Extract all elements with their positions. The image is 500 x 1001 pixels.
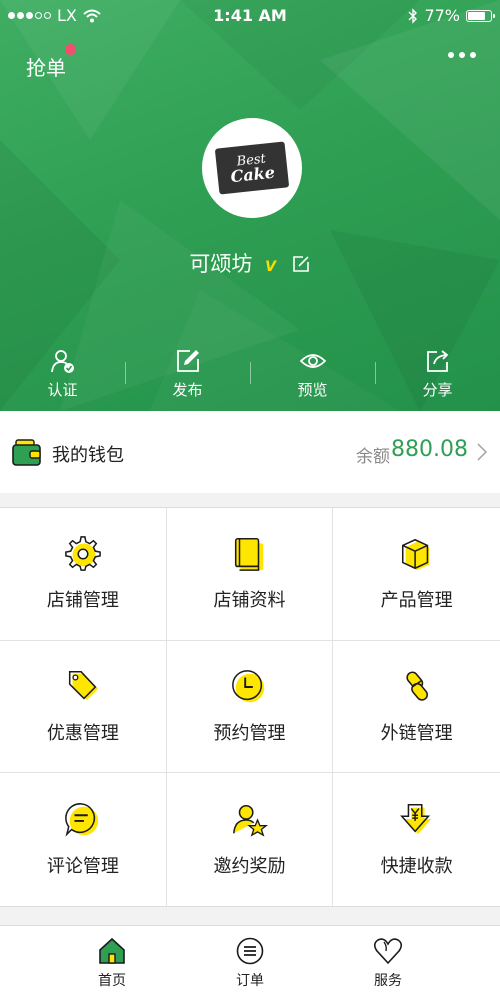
- publish-action[interactable]: 发布: [125, 348, 250, 400]
- status-bar: LX 1:41 AM 77%: [0, 0, 500, 32]
- grid-item-label: 邀约奖励: [213, 856, 286, 878]
- balance-label: 余额: [356, 447, 390, 467]
- gear-icon: [64, 536, 101, 572]
- wallet-title: 我的钱包: [52, 445, 124, 466]
- grid-item-store-management[interactable]: 店铺管理: [0, 508, 167, 641]
- grid-item-store-profile[interactable]: 店铺资料: [166, 508, 334, 641]
- battery-icon: [466, 9, 495, 22]
- store-logo-avatar[interactable]: Best Cake: [202, 118, 302, 218]
- list-icon: [236, 937, 264, 965]
- grab-order-label: 抢单: [26, 56, 66, 80]
- action-label: 分享: [422, 381, 453, 399]
- grid-item-product-management[interactable]: 产品管理: [333, 508, 500, 641]
- action-label: 认证: [47, 381, 78, 399]
- grid-item-review-management[interactable]: 评论管理: [0, 773, 167, 906]
- grid-item-invite-reward[interactable]: 邀约奖励: [167, 773, 334, 906]
- wallet-row[interactable]: 我的钱包 余额 880.08: [0, 411, 500, 493]
- more-dot: [470, 52, 476, 58]
- balance-amount: 880.08: [391, 437, 468, 462]
- grid-item-discount-management[interactable]: 优惠管理: [0, 640, 167, 774]
- tab-label: 订单: [236, 973, 264, 989]
- grab-order-button[interactable]: 抢单: [26, 44, 76, 81]
- more-options-button[interactable]: [448, 52, 476, 58]
- grid-item-label: 产品管理: [380, 590, 453, 612]
- edit-name-icon[interactable]: [291, 254, 311, 274]
- chevron-right-icon: [477, 443, 487, 461]
- tab-home[interactable]: 首页: [43, 926, 181, 1001]
- store-name-row: 可颂坊 V: [0, 248, 500, 278]
- battery-fill: [468, 11, 485, 20]
- store-logo: Best Cake: [214, 141, 290, 195]
- notification-badge: [65, 44, 76, 55]
- action-label: 发布: [172, 381, 203, 399]
- grid-item-label: 店铺管理: [46, 590, 119, 612]
- bottom-tab-bar: 首页 订单 服务: [0, 925, 500, 1001]
- tab-label: 首页: [98, 973, 126, 989]
- grid-item-label: 预约管理: [213, 722, 286, 744]
- bluetooth-icon: [408, 7, 418, 24]
- heart-icon: [373, 938, 403, 965]
- status-right: 77%: [408, 6, 495, 25]
- publish-edit-icon: [176, 350, 199, 372]
- tab-label: 服务: [374, 973, 402, 989]
- grid-item-label: 店铺资料: [213, 590, 286, 612]
- yen-download-icon: [399, 804, 431, 835]
- battery-percent: 77%: [424, 6, 460, 25]
- user-star-icon: [233, 805, 269, 837]
- preview-action[interactable]: 预览: [250, 348, 375, 400]
- link-icon: [406, 671, 428, 701]
- profile-header: LX 1:41 AM 77% 抢单 Best Cake 可颂坊 V 认证 发布 …: [0, 0, 500, 411]
- wallet-icon: [12, 439, 41, 466]
- grid-item-label: 快捷收款: [380, 856, 453, 878]
- clock-icon: [232, 670, 265, 703]
- grid-item-link-management[interactable]: 外链管理: [333, 641, 500, 774]
- header-actions: 认证 发布 预览 分享: [0, 348, 500, 400]
- more-dot: [448, 52, 454, 58]
- tag-icon: [68, 671, 99, 701]
- share-icon: [426, 350, 448, 372]
- action-label: 预览: [297, 381, 328, 399]
- verified-badge: V: [265, 259, 276, 275]
- verify-action[interactable]: 认证: [0, 348, 125, 400]
- tab-orders[interactable]: 订单: [181, 926, 319, 1001]
- grid-item-quick-payment[interactable]: 快捷收款: [333, 773, 500, 906]
- logo-line2: Cake: [229, 162, 276, 186]
- eye-icon: [299, 354, 326, 368]
- verify-user-icon: [50, 350, 74, 373]
- share-action[interactable]: 分享: [375, 348, 500, 400]
- book-icon: [235, 538, 264, 572]
- box-icon: [401, 539, 430, 571]
- home-icon: [99, 937, 125, 964]
- store-name: 可颂坊: [189, 252, 253, 276]
- feature-grid: 店铺管理 店铺资料 产品管理 优惠管理 预约管理 外链管理 评论管理 邀约奖励 …: [0, 507, 500, 907]
- grid-item-label: 外链管理: [380, 722, 453, 744]
- grid-item-label: 优惠管理: [46, 722, 119, 744]
- grid-item-appointment-management[interactable]: 预约管理: [166, 640, 334, 774]
- tab-services[interactable]: 服务: [319, 926, 457, 1001]
- grid-item-label: 评论管理: [46, 856, 119, 878]
- more-dot: [459, 52, 465, 58]
- comment-icon: [64, 803, 99, 837]
